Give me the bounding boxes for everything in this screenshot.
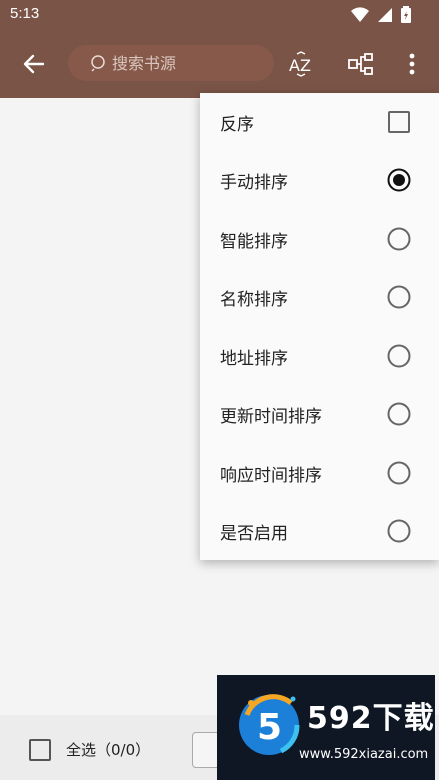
signal-icon [378,7,392,22]
menu-item-label: 智能排序 [220,231,288,252]
menu-item-smart-sort[interactable]: 智能排序 [200,210,439,268]
menu-item-label: 反序 [220,114,254,135]
status-time: 5:13 [10,5,40,22]
more-button[interactable] [396,48,428,80]
menu-item-label: 更新时间排序 [220,406,322,427]
sort-menu: 反序 手动排序 智能排序 名称排序 地址排序 更新时间排序 响应时间排序 是否启… [200,93,439,560]
menu-item-url-sort[interactable]: 地址排序 [200,327,439,385]
status-icons [351,6,411,23]
radio-unchecked-icon[interactable] [387,285,411,309]
radio-unchecked-icon[interactable] [387,519,411,543]
menu-item-response-time-sort[interactable]: 响应时间排序 [200,444,439,502]
more-vert-icon [409,53,415,75]
search-box[interactable] [68,45,274,81]
search-input[interactable] [112,53,262,73]
menu-item-label: 地址排序 [220,348,288,369]
select-all-checkbox[interactable] [29,739,51,761]
sort-az-text: AZ [289,56,311,75]
watermark-brand: 592下载 [307,701,435,736]
group-button[interactable] [345,48,377,80]
menu-item-enabled-sort[interactable]: 是否启用 [200,502,439,560]
back-arrow-icon [23,54,45,74]
radio-checked-icon[interactable] [387,168,411,192]
watermark-overlay: 5 592下载 www.592xiazai.com [217,675,435,780]
menu-item-update-time-sort[interactable]: 更新时间排序 [200,385,439,443]
radio-unchecked-icon[interactable] [387,402,411,426]
select-all-label[interactable]: 全选（0/0） [66,739,150,760]
radio-unchecked-icon[interactable] [387,227,411,251]
watermark-logo-icon: 5 [239,694,300,755]
wifi-icon [351,6,369,22]
radio-unchecked-icon[interactable] [387,344,411,368]
watermark-url: www.592xiazai.com [299,747,429,762]
checkbox-unchecked-icon[interactable] [387,110,411,134]
back-button[interactable] [18,48,50,80]
menu-item-reverse[interactable]: 反序 [200,93,439,151]
menu-item-name-sort[interactable]: 名称排序 [200,268,439,326]
search-icon [91,55,105,72]
watermark-logo-text: 5 [257,707,282,748]
toolbar: AZ [0,30,439,98]
sort-az-icon: AZ [289,51,311,77]
menu-item-label: 手动排序 [220,172,288,193]
status-bar: 5:13 [0,0,439,30]
menu-item-manual-sort[interactable]: 手动排序 [200,151,439,209]
menu-item-label: 是否启用 [220,523,288,544]
menu-item-label: 名称排序 [220,289,288,310]
battery-icon [401,6,411,23]
sort-button[interactable]: AZ [286,48,318,80]
menu-item-label: 响应时间排序 [220,465,322,486]
radio-unchecked-icon[interactable] [387,461,411,485]
group-icon [348,53,373,75]
